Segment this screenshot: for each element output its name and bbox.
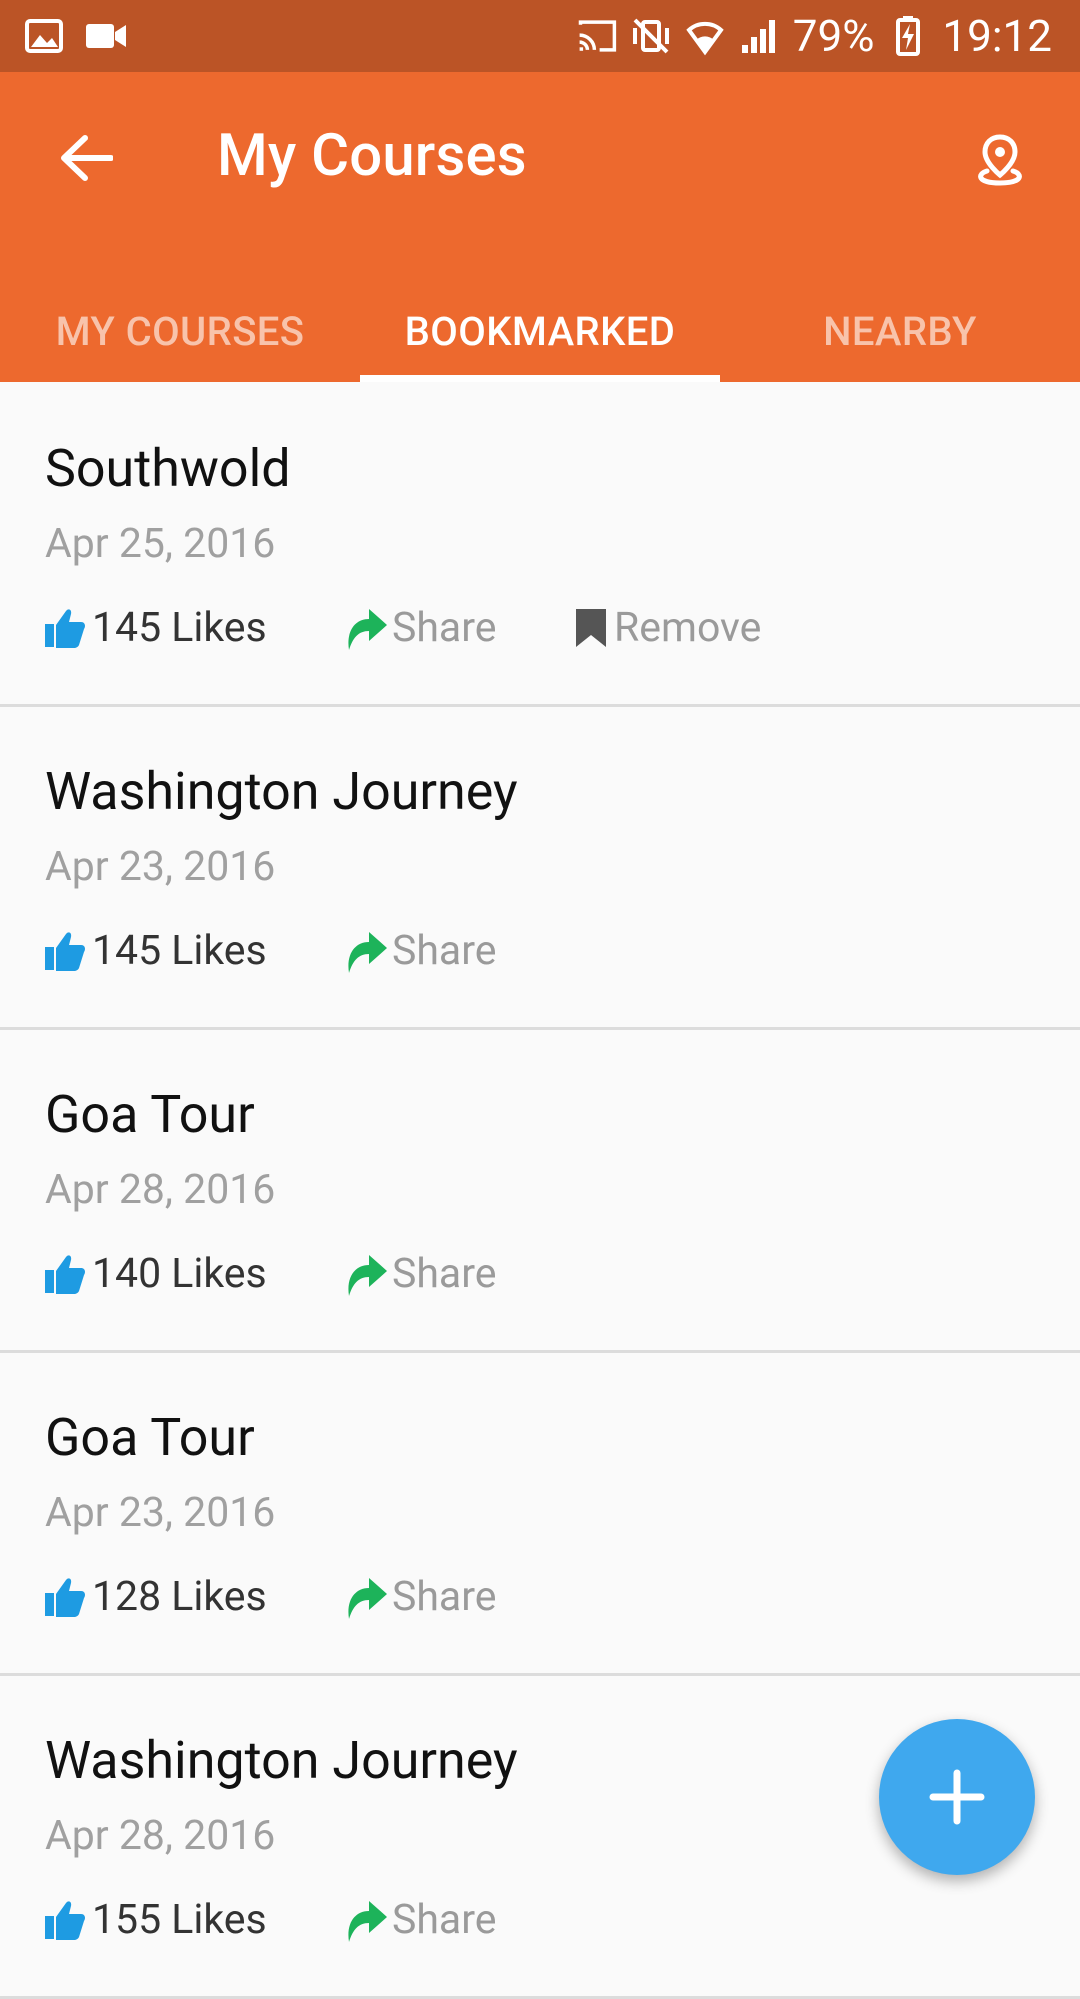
page-title: My Courses [217, 122, 527, 190]
thumbs-up-icon [45, 1901, 85, 1940]
tab-nearby[interactable]: NEARBY [720, 280, 1080, 382]
likes-count: 145 Likes [92, 927, 267, 975]
course-date: Apr 28, 2016 [45, 1166, 276, 1214]
battery-percent: 79% [792, 10, 875, 62]
likes-count: 128 Likes [92, 1573, 267, 1621]
add-course-fab[interactable] [879, 1719, 1035, 1875]
share-button[interactable]: Share [344, 1573, 574, 1621]
course-actions: 140 Likes Share [44, 1250, 574, 1298]
like-button[interactable]: 145 Likes [44, 927, 344, 975]
share-label: Share [392, 1896, 497, 1944]
bookmark-icon [576, 609, 606, 647]
thumbs-up-icon [45, 1255, 85, 1294]
wifi-icon [685, 16, 725, 56]
course-card[interactable]: Goa Tour Apr 28, 2016 140 Likes Share [0, 1030, 1080, 1353]
course-date: Apr 23, 2016 [45, 1489, 276, 1537]
thumbs-up-icon [45, 1578, 85, 1617]
course-card[interactable]: Washington Journey Apr 23, 2016 145 Like… [0, 707, 1080, 1030]
course-date: Apr 23, 2016 [45, 843, 276, 891]
plus-icon [929, 1769, 985, 1825]
like-button[interactable]: 145 Likes [44, 604, 344, 652]
share-arrow-icon [348, 609, 387, 650]
course-card[interactable]: Southwold Apr 25, 2016 145 Likes Share R… [0, 384, 1080, 707]
image-notification-icon [24, 16, 64, 56]
tab-bar: MY COURSES BOOKMARKED NEARBY [0, 280, 1080, 382]
clock: 19:12 [942, 10, 1052, 62]
share-label: Share [392, 604, 497, 652]
share-button[interactable]: Share [344, 927, 574, 975]
share-arrow-icon [348, 1255, 387, 1296]
course-actions: 155 Likes Share [44, 1896, 574, 1944]
map-button[interactable] [956, 116, 1044, 204]
remove-bookmark-button[interactable]: Remove [574, 604, 761, 652]
status-bar: 79% 19:12 [0, 0, 1080, 72]
course-title: Washington Journey [45, 1730, 518, 1791]
thumbs-up-icon [45, 609, 85, 648]
course-title: Goa Tour [45, 1084, 255, 1145]
course-actions: 145 Likes Share Remove [44, 604, 761, 652]
course-actions: 128 Likes Share [44, 1573, 574, 1621]
share-arrow-icon [348, 932, 387, 973]
vibrate-mute-icon [631, 16, 671, 56]
video-notification-icon [86, 16, 126, 56]
signal-icon [739, 16, 779, 56]
course-title: Washington Journey [45, 761, 518, 822]
course-card[interactable]: Goa Tour Apr 23, 2016 128 Likes Share [0, 1353, 1080, 1676]
share-arrow-icon [348, 1901, 387, 1942]
course-title: Southwold [45, 438, 291, 499]
like-button[interactable]: 128 Likes [44, 1573, 344, 1621]
map-pin-icon [978, 134, 1022, 186]
tab-my-courses[interactable]: MY COURSES [0, 280, 360, 382]
share-arrow-icon [348, 1578, 387, 1619]
arrow-back-icon [61, 135, 113, 181]
tab-bookmarked[interactable]: BOOKMARKED [360, 280, 720, 382]
thumbs-up-icon [45, 932, 85, 971]
like-button[interactable]: 140 Likes [44, 1250, 344, 1298]
like-button[interactable]: 155 Likes [44, 1896, 344, 1944]
course-actions: 145 Likes Share [44, 927, 574, 975]
share-button[interactable]: Share [344, 1896, 574, 1944]
app-bar: My Courses MY COURSES BOOKMARKED NEARBY [0, 72, 1080, 382]
share-button[interactable]: Share [344, 1250, 574, 1298]
share-label: Share [392, 1250, 497, 1298]
course-date: Apr 28, 2016 [45, 1812, 276, 1860]
battery-charging-icon [888, 16, 928, 56]
likes-count: 145 Likes [92, 604, 267, 652]
back-button[interactable] [48, 120, 124, 196]
course-title: Goa Tour [45, 1407, 255, 1468]
likes-count: 155 Likes [92, 1896, 267, 1944]
likes-count: 140 Likes [92, 1250, 267, 1298]
remove-label: Remove [614, 604, 762, 652]
course-date: Apr 25, 2016 [45, 520, 276, 568]
share-label: Share [392, 1573, 497, 1621]
cast-icon [577, 16, 617, 56]
share-button[interactable]: Share [344, 604, 574, 652]
share-label: Share [392, 927, 497, 975]
